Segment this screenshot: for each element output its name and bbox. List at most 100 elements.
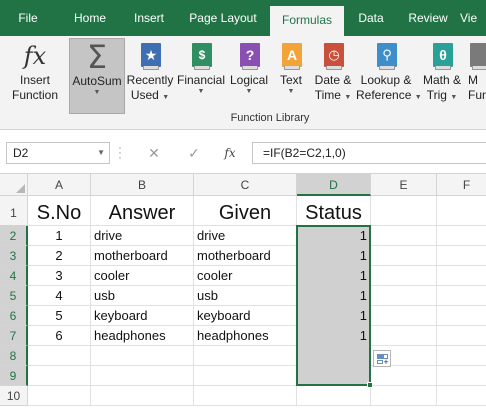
cell-E10[interactable] bbox=[371, 386, 437, 406]
cell-B9[interactable] bbox=[91, 366, 194, 386]
given-cell[interactable]: headphones bbox=[194, 326, 297, 346]
tab-page-layout[interactable]: Page Layout bbox=[180, 0, 266, 36]
header-cell-c[interactable]: Given bbox=[194, 196, 297, 226]
cell-C9[interactable] bbox=[194, 366, 297, 386]
cell-F1[interactable] bbox=[437, 196, 486, 226]
cell-B8[interactable] bbox=[91, 346, 194, 366]
cell-E7[interactable] bbox=[371, 326, 437, 346]
tab-insert[interactable]: Insert bbox=[120, 0, 178, 36]
cell-E6[interactable] bbox=[371, 306, 437, 326]
formula-bar-splitter[interactable]: · · · bbox=[118, 141, 122, 163]
row-header-6[interactable]: 6 bbox=[0, 306, 28, 326]
date-time-button[interactable]: ◷ Date & Time ▼ bbox=[310, 38, 356, 114]
column-header-e[interactable]: E bbox=[371, 174, 437, 196]
column-header-b[interactable]: B bbox=[91, 174, 194, 196]
autosum-button[interactable]: Σ AutoSum ▼ bbox=[69, 38, 125, 114]
fill-handle[interactable] bbox=[367, 382, 373, 388]
formula-input[interactable]: =IF(B2=C2,1,0) bbox=[252, 142, 486, 164]
column-header-d[interactable]: D bbox=[297, 174, 371, 196]
row-header-5[interactable]: 5 bbox=[0, 286, 28, 306]
logical-button[interactable]: ? Logical ▼ bbox=[228, 38, 270, 114]
cell-E2[interactable] bbox=[371, 226, 437, 246]
cell-E5[interactable] bbox=[371, 286, 437, 306]
given-cell[interactable]: keyboard bbox=[194, 306, 297, 326]
tab-review[interactable]: Review bbox=[398, 0, 458, 36]
column-header-f[interactable]: F bbox=[437, 174, 486, 196]
cell-E1[interactable] bbox=[371, 196, 437, 226]
sno-cell[interactable]: 2 bbox=[28, 246, 91, 266]
sno-cell[interactable]: 4 bbox=[28, 286, 91, 306]
quick-analysis-icon[interactable]: + bbox=[373, 350, 391, 367]
enter-icon[interactable]: ✓ bbox=[184, 142, 204, 164]
cell-A10[interactable] bbox=[28, 386, 91, 406]
cell-E4[interactable] bbox=[371, 266, 437, 286]
given-cell[interactable]: motherboard bbox=[194, 246, 297, 266]
text-button[interactable]: A Text ▼ bbox=[274, 38, 308, 114]
cell-F2[interactable] bbox=[437, 226, 486, 246]
answer-cell[interactable]: keyboard bbox=[91, 306, 194, 326]
cell-D9[interactable] bbox=[297, 366, 371, 386]
cell-E3[interactable] bbox=[371, 246, 437, 266]
header-cell-a[interactable]: S.No bbox=[28, 196, 91, 226]
row-header-8[interactable]: 8 bbox=[0, 346, 28, 366]
cell-F5[interactable] bbox=[437, 286, 486, 306]
status-cell[interactable]: 1 bbox=[297, 326, 371, 346]
answer-cell[interactable]: motherboard bbox=[91, 246, 194, 266]
answer-cell[interactable]: headphones bbox=[91, 326, 194, 346]
sno-cell[interactable]: 5 bbox=[28, 306, 91, 326]
answer-cell[interactable]: drive bbox=[91, 226, 194, 246]
recently-used-button[interactable]: ★ Recently Used ▼ bbox=[126, 38, 174, 114]
column-header-a[interactable]: A bbox=[28, 174, 91, 196]
select-all-button[interactable] bbox=[0, 174, 28, 196]
status-cell[interactable]: 1 bbox=[297, 226, 371, 246]
answer-cell[interactable]: cooler bbox=[91, 266, 194, 286]
cell-A8[interactable] bbox=[28, 346, 91, 366]
sno-cell[interactable]: 1 bbox=[28, 226, 91, 246]
status-cell[interactable]: 1 bbox=[297, 266, 371, 286]
row-header-10[interactable]: 10 bbox=[0, 386, 28, 406]
cell-F8[interactable] bbox=[437, 346, 486, 366]
header-cell-b[interactable]: Answer bbox=[91, 196, 194, 226]
cell-D8[interactable] bbox=[297, 346, 371, 366]
sno-cell[interactable]: 6 bbox=[28, 326, 91, 346]
chevron-down-icon[interactable]: ▼ bbox=[97, 143, 105, 163]
column-header-c[interactable]: C bbox=[194, 174, 297, 196]
answer-cell[interactable]: usb bbox=[91, 286, 194, 306]
sno-cell[interactable]: 3 bbox=[28, 266, 91, 286]
row-header-2[interactable]: 2 bbox=[0, 226, 28, 246]
cell-F7[interactable] bbox=[437, 326, 486, 346]
cell-F4[interactable] bbox=[437, 266, 486, 286]
given-cell[interactable]: usb bbox=[194, 286, 297, 306]
row-header-4[interactable]: 4 bbox=[0, 266, 28, 286]
financial-button[interactable]: $ Financial ▼ bbox=[176, 38, 226, 114]
status-cell[interactable]: 1 bbox=[297, 246, 371, 266]
cell-A9[interactable] bbox=[28, 366, 91, 386]
name-box[interactable]: D2 ▼ bbox=[6, 142, 110, 164]
row-header-9[interactable]: 9 bbox=[0, 366, 28, 386]
tab-file[interactable]: File bbox=[0, 0, 56, 36]
math-trig-button[interactable]: θ Math & Trig ▼ bbox=[418, 38, 466, 114]
given-cell[interactable]: drive bbox=[194, 226, 297, 246]
cancel-icon[interactable]: ✕ bbox=[144, 142, 164, 164]
lookup-reference-button[interactable]: ⚲ Lookup & Reference ▼ bbox=[356, 38, 422, 114]
cell-F3[interactable] bbox=[437, 246, 486, 266]
insert-function-icon[interactable]: fx bbox=[220, 142, 240, 164]
insert-function-button[interactable]: fx Insert Function bbox=[4, 38, 66, 114]
row-header-1[interactable]: 1 bbox=[0, 196, 28, 226]
more-functions-button[interactable]: M Fun bbox=[468, 38, 486, 114]
tab-home[interactable]: Home bbox=[62, 0, 118, 36]
spreadsheet-grid[interactable]: A B C D E F 1 2 3 4 5 6 7 8 9 10 S.No Answer Given Status 1 d… bbox=[0, 174, 486, 412]
cell-D10[interactable] bbox=[297, 386, 371, 406]
tab-formulas[interactable]: Formulas bbox=[270, 6, 344, 36]
row-header-3[interactable]: 3 bbox=[0, 246, 28, 266]
status-cell[interactable]: 1 bbox=[297, 306, 371, 326]
tab-data[interactable]: Data bbox=[346, 0, 396, 36]
cell-F10[interactable] bbox=[437, 386, 486, 406]
cell-B10[interactable] bbox=[91, 386, 194, 406]
cell-F6[interactable] bbox=[437, 306, 486, 326]
cell-C10[interactable] bbox=[194, 386, 297, 406]
row-header-7[interactable]: 7 bbox=[0, 326, 28, 346]
cell-C8[interactable] bbox=[194, 346, 297, 366]
cell-E9[interactable] bbox=[371, 366, 437, 386]
cell-F9[interactable] bbox=[437, 366, 486, 386]
